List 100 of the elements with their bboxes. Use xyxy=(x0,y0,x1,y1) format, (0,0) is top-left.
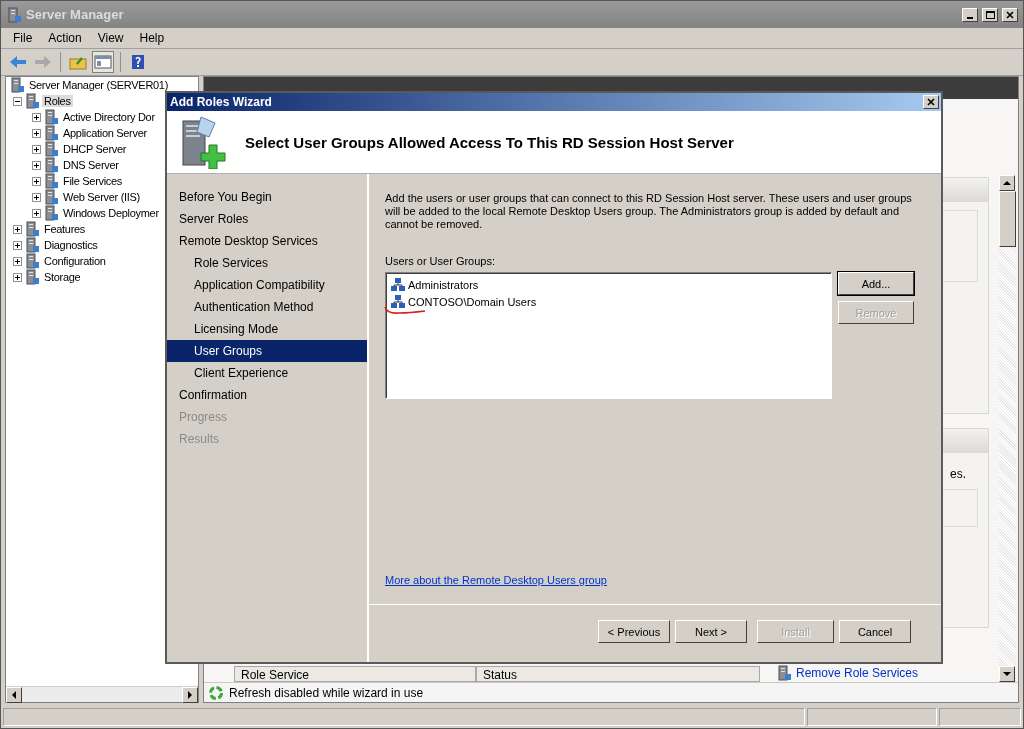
tree-item[interactable]: Features xyxy=(42,223,87,235)
tree-item[interactable]: DNS Server xyxy=(61,159,121,171)
plus-icon xyxy=(33,193,40,201)
column-header[interactable]: Status xyxy=(476,666,760,682)
left-arrow-icon xyxy=(11,691,17,699)
maximize-icon xyxy=(985,10,995,19)
plus-icon xyxy=(14,273,21,281)
server-icon xyxy=(9,77,25,93)
horizontal-scrollbar[interactable] xyxy=(6,686,198,702)
scroll-thumb[interactable] xyxy=(999,191,1016,247)
plus-icon xyxy=(33,113,40,121)
expand-toggle[interactable] xyxy=(32,160,41,170)
plus-icon xyxy=(33,209,40,217)
menu-item[interactable]: File xyxy=(5,31,41,45)
expand-toggle[interactable] xyxy=(32,208,41,218)
section-text: es. xyxy=(950,466,967,481)
annotation-mark xyxy=(384,306,426,316)
remove-role-services-link[interactable]: Remove Role Services xyxy=(796,666,919,680)
wizard-step[interactable]: Application Compatibility xyxy=(167,274,367,296)
tree-item[interactable]: File Services xyxy=(61,175,125,187)
window-title: Server Manager xyxy=(26,7,125,22)
minimize-button[interactable] xyxy=(962,7,978,22)
user-groups-list[interactable]: Administrators CONTOSO\Domain Users xyxy=(385,272,832,399)
user-group-icon xyxy=(390,276,406,293)
close-icon xyxy=(1006,10,1014,19)
wizard-step[interactable]: Before You Begin xyxy=(167,186,367,208)
server-icon xyxy=(24,93,40,109)
dialog-title: Add Roles Wizard xyxy=(170,95,273,109)
expand-toggle[interactable] xyxy=(13,256,22,266)
server-icon xyxy=(43,141,59,157)
close-button[interactable] xyxy=(923,95,939,109)
list-item[interactable]: CONTOSO\Domain Users xyxy=(408,295,537,308)
tree-item[interactable]: Diagnostics xyxy=(42,239,100,251)
wizard-step[interactable]: Role Services xyxy=(167,252,367,274)
tree-item[interactable]: Active Directory Dor xyxy=(61,111,157,123)
down-arrow-icon xyxy=(1003,671,1011,677)
forward-arrow-icon xyxy=(34,55,52,69)
add-button[interactable]: Add... xyxy=(838,272,914,295)
maximize-button[interactable] xyxy=(982,7,998,22)
plus-icon xyxy=(33,161,40,169)
column-header[interactable]: Role Service xyxy=(234,666,476,682)
tree-item[interactable]: Server Manager (SERVER01) xyxy=(27,79,171,91)
expand-toggle[interactable] xyxy=(13,224,22,234)
tree-item[interactable]: Configuration xyxy=(42,255,108,267)
up-arrow-icon xyxy=(1003,180,1011,186)
tree-item[interactable]: DHCP Server xyxy=(61,143,129,155)
server-icon xyxy=(24,253,40,269)
plus-icon xyxy=(14,225,21,233)
close-icon xyxy=(927,98,935,106)
description-text: Add the users or user groups that can connect to this RD Session Host server. These users and user groups will be added to the local Remote Desktop Users group. The Administrators group is added by default and cannot be removed. xyxy=(385,192,913,231)
wizard-step[interactable]: Confirmation xyxy=(167,384,367,406)
wizard-step[interactable]: Server Roles xyxy=(167,208,367,230)
tree-item[interactable]: Roles xyxy=(42,95,73,107)
server-icon xyxy=(43,109,59,125)
expand-toggle[interactable] xyxy=(32,176,41,186)
wizard-step[interactable]: Authentication Method xyxy=(167,296,367,318)
close-button[interactable] xyxy=(1002,7,1018,22)
user-group-icon xyxy=(390,293,406,310)
server-icon xyxy=(24,237,40,253)
status-text: Refresh disabled while wizard in use xyxy=(229,685,424,700)
tree-item[interactable]: Web Server (IIS) xyxy=(61,191,142,203)
menu-item[interactable]: Action xyxy=(40,31,90,45)
help-link[interactable]: More about the Remote Desktop Users group xyxy=(385,574,607,586)
server-icon xyxy=(43,205,59,221)
expand-toggle[interactable] xyxy=(32,192,41,202)
server-icon xyxy=(43,157,59,173)
plus-icon xyxy=(14,241,21,249)
wizard-heading: Select User Groups Allowed Access To This RD Session Host Server xyxy=(245,133,734,151)
console-tree-button[interactable] xyxy=(92,51,114,73)
expand-toggle[interactable] xyxy=(32,128,41,138)
plus-icon xyxy=(33,145,40,153)
server-icon xyxy=(24,269,40,285)
tree-item[interactable]: Storage xyxy=(42,271,83,283)
wizard-step[interactable]: Client Experience xyxy=(167,362,367,384)
wizard-step[interactable]: User Groups xyxy=(167,340,367,362)
menu-item[interactable]: View xyxy=(89,31,132,45)
plus-icon xyxy=(33,129,40,137)
list-label: Users or User Groups: xyxy=(385,255,497,267)
tree-item[interactable]: Windows Deploymer xyxy=(61,207,161,219)
tree-item[interactable]: Application Server xyxy=(61,127,149,139)
expand-toggle[interactable] xyxy=(13,272,22,282)
vertical-scrollbar[interactable] xyxy=(999,175,1016,682)
wizard-button[interactable]: Cancel xyxy=(839,620,911,643)
wizard-button[interactable]: < Previous xyxy=(598,620,670,643)
wizard-button[interactable]: Next > xyxy=(675,620,747,643)
expand-toggle[interactable] xyxy=(32,112,41,122)
server-icon xyxy=(43,189,59,205)
menu-item[interactable]: Help xyxy=(131,31,173,45)
minimize-icon xyxy=(967,16,973,19)
expand-toggle[interactable] xyxy=(32,144,41,154)
expand-toggle[interactable] xyxy=(13,96,22,106)
expand-toggle[interactable] xyxy=(13,240,22,250)
wizard-step[interactable]: Remote Desktop Services xyxy=(167,230,367,252)
list-item[interactable]: Administrators xyxy=(408,278,479,291)
wizard-step[interactable]: Licensing Mode xyxy=(167,318,367,340)
server-icon xyxy=(24,221,40,237)
server-add-icon xyxy=(179,115,229,169)
refresh-icon xyxy=(208,684,224,701)
server-icon xyxy=(43,173,59,189)
plus-icon xyxy=(33,177,40,185)
